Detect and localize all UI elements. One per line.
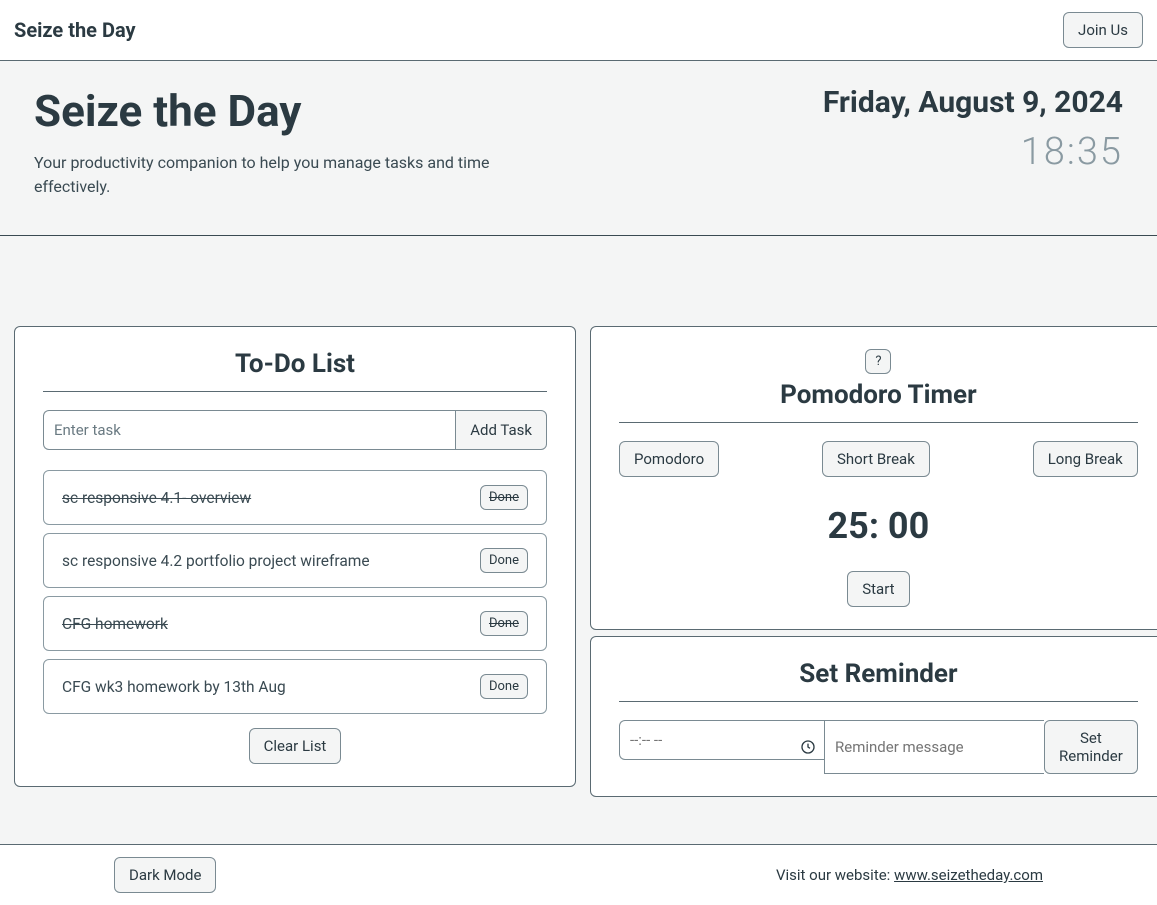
todo-card: To-Do List Add Task sc responsive 4.1- o…	[14, 326, 576, 787]
task-done-button[interactable]: Done	[480, 674, 528, 699]
task-text: sc responsive 4.1- overview	[62, 489, 251, 507]
task-done-button[interactable]: Done	[480, 548, 528, 573]
dark-mode-button[interactable]: Dark Mode	[114, 857, 216, 893]
reminder-time-input[interactable]	[619, 720, 824, 760]
task-input[interactable]	[43, 410, 455, 450]
task-text: CFG wk3 homework by 13th Aug	[62, 678, 286, 696]
topbar: Seize the Day Join Us	[0, 0, 1157, 61]
task-item: CFG wk3 homework by 13th Aug Done	[43, 659, 547, 714]
reminder-card: Set Reminder Set Reminder	[590, 636, 1157, 797]
task-text: sc responsive 4.2 portfolio project wire…	[62, 552, 370, 570]
join-us-button[interactable]: Join Us	[1063, 12, 1143, 48]
task-item: sc responsive 4.1- overview Done	[43, 470, 547, 525]
reminder-message-input[interactable]	[824, 720, 1044, 774]
header-left: Seize the Day Your productivity companio…	[34, 85, 514, 199]
divider	[619, 701, 1138, 702]
pomodoro-mode-button[interactable]: Pomodoro	[619, 441, 719, 477]
divider	[43, 391, 547, 392]
header: Seize the Day Your productivity companio…	[0, 61, 1157, 236]
page-subtitle: Your productivity companion to help you …	[34, 151, 514, 199]
set-reminder-button[interactable]: Set Reminder	[1044, 720, 1138, 774]
pomodoro-card: ? Pomodoro Timer Pomodoro Short Break Lo…	[590, 326, 1157, 630]
pomodoro-start-button[interactable]: Start	[847, 571, 909, 607]
pomodoro-help-button[interactable]: ?	[865, 349, 891, 374]
divider	[619, 422, 1138, 423]
task-done-button[interactable]: Done	[480, 485, 528, 510]
pomodoro-time-display: 25: 00	[619, 505, 1138, 547]
pomodoro-modes: Pomodoro Short Break Long Break	[619, 441, 1138, 477]
reminder-title: Set Reminder	[619, 659, 1138, 689]
pomodoro-title: Pomodoro Timer	[619, 380, 1138, 410]
main: To-Do List Add Task sc responsive 4.1- o…	[0, 236, 1157, 811]
task-done-button[interactable]: Done	[480, 611, 528, 636]
footer-text: Visit our website: www.seizetheday.com	[776, 866, 1043, 884]
footer-link[interactable]: www.seizetheday.com	[894, 866, 1043, 884]
long-break-button[interactable]: Long Break	[1033, 441, 1138, 477]
short-break-button[interactable]: Short Break	[822, 441, 930, 477]
footer: Dark Mode Visit our website: www.seizeth…	[0, 844, 1157, 905]
clear-list-button[interactable]: Clear List	[249, 728, 342, 764]
reminder-input-row: Set Reminder	[619, 720, 1138, 774]
header-right: Friday, August 9, 2024 18:35	[823, 85, 1123, 199]
task-item: CFG homework Done	[43, 596, 547, 651]
task-item: sc responsive 4.2 portfolio project wire…	[43, 533, 547, 588]
current-time: 18:35	[823, 130, 1123, 174]
add-task-button[interactable]: Add Task	[455, 410, 547, 450]
footer-prefix: Visit our website:	[776, 866, 894, 884]
current-date: Friday, August 9, 2024	[823, 85, 1123, 120]
task-text: CFG homework	[62, 615, 168, 633]
todo-input-row: Add Task	[43, 410, 547, 450]
todo-title: To-Do List	[43, 349, 547, 379]
page-title: Seize the Day	[34, 85, 514, 137]
topbar-title: Seize the Day	[14, 18, 136, 42]
